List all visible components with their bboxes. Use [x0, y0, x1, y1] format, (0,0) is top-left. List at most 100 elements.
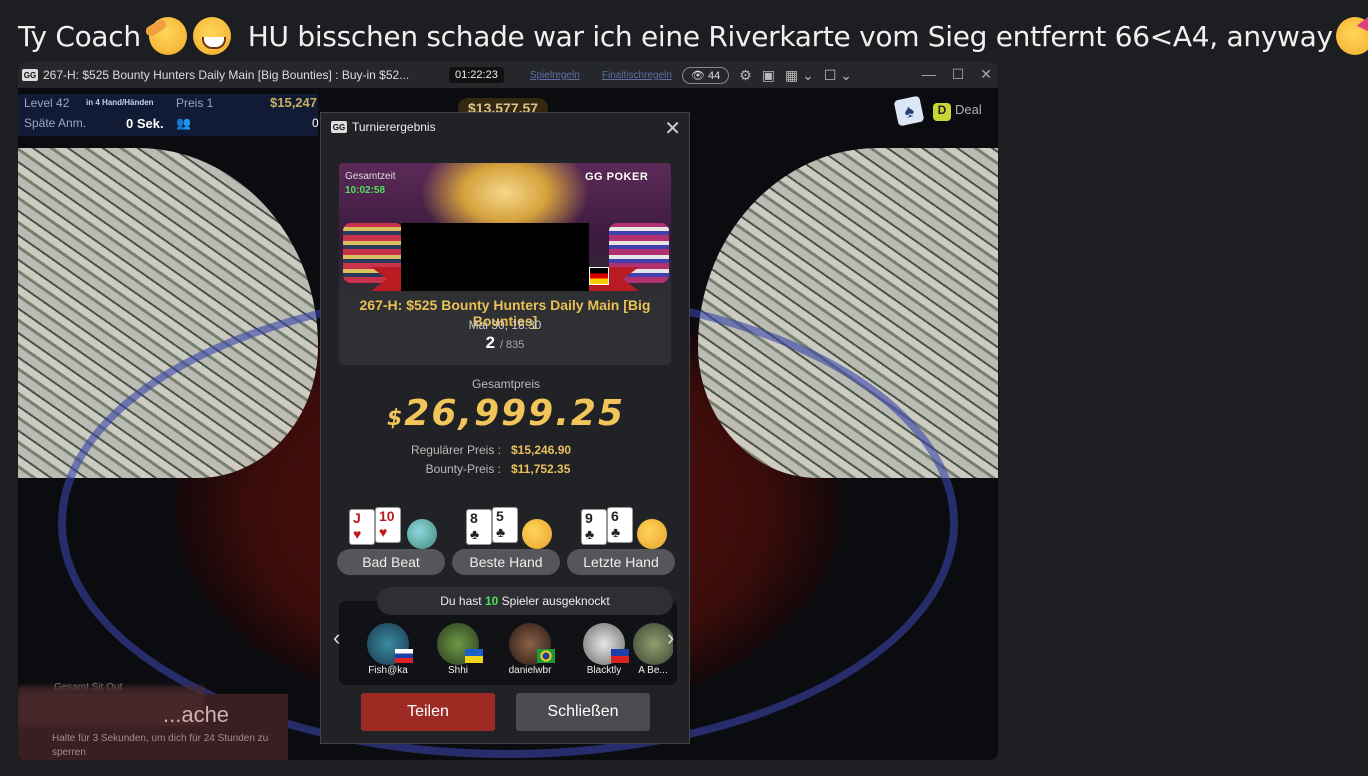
- dialog-header: GG Turnierergebnis: [321, 113, 689, 141]
- bad-beat-button[interactable]: Bad Beat: [337, 549, 445, 575]
- card-1: J ♥: [349, 509, 375, 545]
- minimize-icon[interactable]: —: [922, 66, 936, 83]
- watchers-badge[interactable]: 👁 44: [681, 66, 730, 84]
- late-reg-value: 0 Sek.: [126, 116, 164, 131]
- player-name: Blacktly: [586, 665, 622, 676]
- card-suit: ♣: [496, 524, 506, 540]
- finish-place: 2 / 835: [339, 333, 671, 353]
- tournament-clock: 01:22:23: [449, 67, 504, 83]
- sad-face-icon: [407, 519, 437, 549]
- knockouts-panel: Du hast 10 Spieler ausgeknockt ‹ Fish@ka…: [333, 587, 677, 685]
- knockouts-title: Du hast 10 Spieler ausgeknockt: [377, 587, 673, 615]
- total-time-value: 10:02:58: [345, 185, 386, 196]
- dialog-close-icon[interactable]: ✕: [664, 116, 681, 141]
- bottom-panel-hint: Halte für 3 Sekunden, um dich für 24 Stu…: [52, 733, 269, 758]
- tournament-date: Mai 30, 18:30: [468, 318, 542, 332]
- poker-client-window: GG 267-H: $525 Bounty Hunters Daily Main…: [18, 62, 998, 760]
- grinning-face-icon: [192, 17, 231, 55]
- share-button[interactable]: Teilen: [361, 693, 495, 731]
- bad-beat-hand[interactable]: J ♥ 10 ♥ Bad Beat: [337, 507, 445, 579]
- germany-flag-icon: [589, 267, 609, 285]
- place-value: 2: [485, 333, 496, 352]
- level-label: Level 42: [24, 96, 70, 110]
- card-rank: 8: [470, 510, 478, 526]
- player-name: Shhi: [447, 665, 468, 676]
- currency-symbol: $: [386, 406, 405, 431]
- rules-link[interactable]: Spielregeln: [530, 70, 580, 81]
- card-2: 5 ♣: [492, 507, 518, 543]
- card-rank: 6: [611, 508, 619, 524]
- spade-card-icon[interactable]: ♠: [893, 95, 925, 127]
- card-rank: 5: [496, 508, 504, 524]
- deal-icon: D: [933, 103, 951, 121]
- card-suit: ♥: [353, 526, 362, 542]
- deal-button[interactable]: D Deal: [933, 102, 982, 121]
- gg-logo-icon: GG: [22, 69, 38, 81]
- card-suit: ♣: [611, 524, 621, 540]
- message-text-2: HU bisschen schade war ich eine Riverkar…: [247, 19, 1333, 53]
- bottom-panel-title[interactable]: ...ache: [163, 702, 229, 728]
- bounty-prize-label: Bounty-Preis :: [425, 462, 501, 476]
- player-name: danielwbr: [508, 665, 552, 676]
- ukraine-flag-icon: [465, 649, 483, 663]
- chat-message: Ty Coach HU bisschen schade war ich eine…: [18, 14, 1368, 58]
- ko-prefix: Du hast: [440, 594, 482, 608]
- ko-count: 10: [484, 594, 499, 608]
- knocked-player[interactable]: Shhi: [423, 623, 493, 676]
- place-total: / 835: [499, 339, 525, 351]
- regular-prize-label: Regulärer Preis :: [410, 443, 501, 457]
- knocked-player[interactable]: Blacktly: [569, 623, 639, 676]
- prize-value: $15,247: [270, 95, 317, 110]
- thinking-face-icon: [522, 519, 552, 549]
- philippines-flag-icon: [611, 649, 629, 663]
- best-hand-button[interactable]: Beste Hand: [452, 549, 560, 575]
- tournament-result-dialog: GG Turnierergebnis ✕ Gesamtzeit 10:02:58…: [320, 112, 690, 744]
- card-suit: ♣: [470, 526, 480, 542]
- gear-icon[interactable]: ⚙: [739, 67, 752, 84]
- card-rank: 10: [379, 508, 395, 524]
- card-rank: J: [353, 510, 361, 526]
- watchers-count: 44: [707, 69, 721, 82]
- brazil-flag-icon: [537, 649, 555, 663]
- window-titlebar: GG 267-H: $525 Bounty Hunters Daily Main…: [18, 62, 998, 88]
- ggpoker-logo: GG POKER: [585, 171, 649, 183]
- card-suit: ♣: [585, 526, 595, 542]
- player-name: A Be...: [638, 665, 668, 676]
- last-hand-button[interactable]: Letzte Hand: [567, 549, 675, 575]
- grid-icon[interactable]: ▦ ⌄: [785, 67, 814, 84]
- hand-info: in 4 Hand/Händen: [86, 98, 154, 107]
- players-icon: 👥: [176, 116, 191, 130]
- late-reg-label: Späte Anm.: [24, 116, 87, 130]
- result-banner: Gesamtzeit 10:02:58 GG POKER 267-H: $525…: [339, 163, 671, 365]
- card-suit: ♥: [379, 524, 388, 540]
- card-1: 9 ♣: [581, 509, 607, 545]
- prize-label: Preis 1: [176, 96, 214, 110]
- redacted-name: [401, 223, 589, 291]
- russia-flag-icon: [395, 649, 413, 663]
- card-2: 10 ♥: [375, 507, 401, 543]
- maximize-icon[interactable]: ☐: [952, 66, 965, 83]
- total-time-label: Gesamtzeit: [345, 171, 396, 182]
- close-button[interactable]: Schließen: [516, 693, 650, 731]
- close-icon[interactable]: ✕: [980, 66, 992, 83]
- knocked-player[interactable]: danielwbr: [495, 623, 565, 676]
- chevron-left-icon[interactable]: ‹: [333, 625, 340, 651]
- thinking-face-icon: [637, 519, 667, 549]
- last-hand[interactable]: 9 ♣ 6 ♣ Letzte Hand: [567, 507, 675, 579]
- best-hand[interactable]: 8 ♣ 5 ♣ Beste Hand: [452, 507, 560, 579]
- tournament-hud: Level 42 in 4 Hand/Händen Preis 1 $15,24…: [18, 94, 319, 136]
- bounty-prize-value: $11,752.35: [511, 462, 571, 476]
- layout-icon[interactable]: ▣: [762, 67, 775, 84]
- player-name: Fish@ka: [368, 665, 408, 676]
- chat-icon[interactable]: ☐ ⌄: [824, 67, 852, 84]
- card-1: 8 ♣: [466, 509, 492, 545]
- total-prize-value: $26,999.25: [321, 393, 691, 434]
- total-prize-label: Gesamtpreis: [471, 377, 541, 391]
- knocked-player[interactable]: Fish@ka: [353, 623, 423, 676]
- final-table-rules-link[interactable]: Finaltischregeln: [602, 70, 672, 81]
- chevron-right-icon[interactable]: ›: [667, 625, 674, 651]
- gg-logo-icon: GG: [331, 121, 347, 133]
- dialog-title: Turnierergebnis: [352, 120, 436, 134]
- banner-image: Gesamtzeit 10:02:58 GG POKER: [339, 163, 671, 293]
- window-title: 267-H: $525 Bounty Hunters Daily Main [B…: [43, 68, 410, 82]
